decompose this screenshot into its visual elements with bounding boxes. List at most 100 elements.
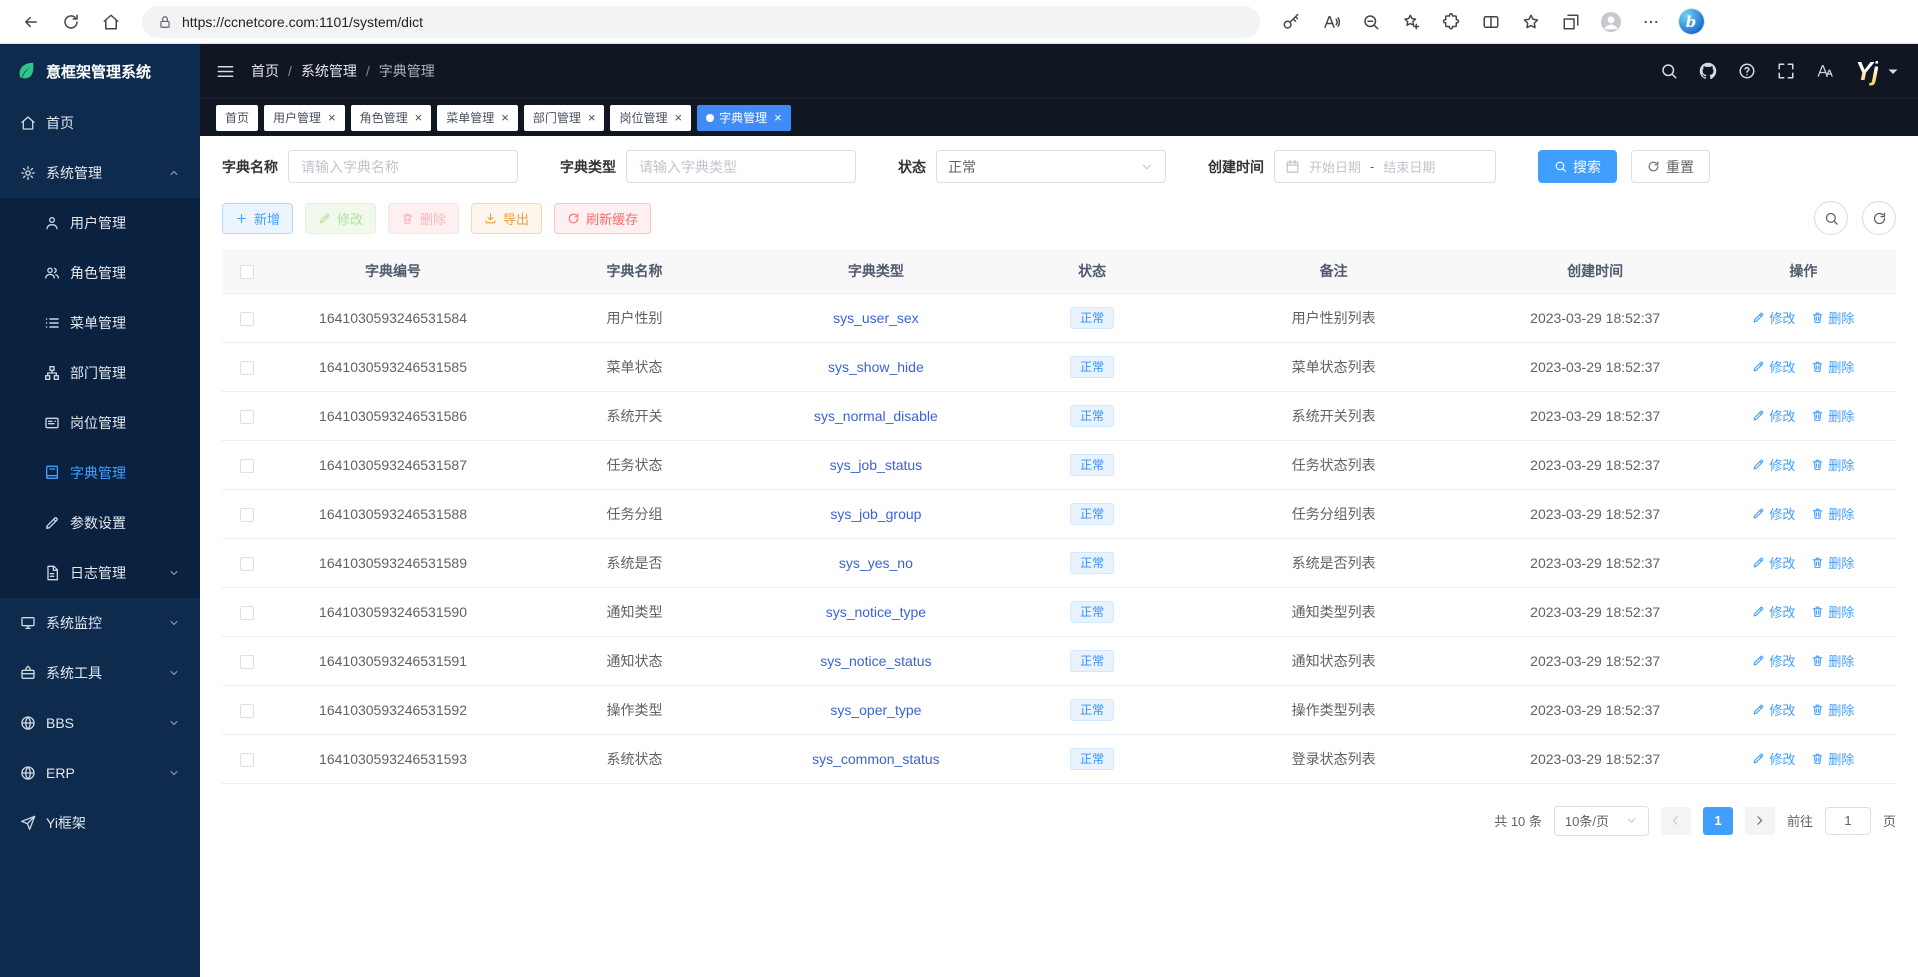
app-logo[interactable]: 意框架管理系统 bbox=[0, 44, 200, 98]
row-checkbox[interactable] bbox=[240, 410, 254, 424]
delete-link[interactable]: 删除 bbox=[1811, 602, 1854, 621]
sidebar-item-user-management[interactable]: 用户管理 bbox=[0, 198, 200, 248]
dict-type-link[interactable]: sys_normal_disable bbox=[814, 408, 938, 424]
delete-link[interactable]: 删除 bbox=[1811, 700, 1854, 719]
tab-post-management[interactable]: 岗位管理× bbox=[610, 105, 691, 131]
edit-link[interactable]: 修改 bbox=[1752, 700, 1795, 719]
dict-type-link[interactable]: sys_user_sex bbox=[833, 310, 919, 326]
tab-role-management[interactable]: 角色管理× bbox=[351, 105, 432, 131]
sidebar-item-system-management[interactable]: 系统管理 bbox=[0, 148, 200, 198]
tab-dict-management[interactable]: 字典管理× bbox=[697, 105, 791, 131]
favorites-icon[interactable] bbox=[1512, 4, 1550, 40]
edit-link[interactable]: 修改 bbox=[1752, 308, 1795, 327]
dict-type-link[interactable]: sys_show_hide bbox=[828, 359, 924, 375]
date-range-picker[interactable]: 开始日期 - 结束日期 bbox=[1274, 150, 1496, 183]
dict-type-link[interactable]: sys_oper_type bbox=[830, 702, 921, 718]
delete-link[interactable]: 删除 bbox=[1811, 455, 1854, 474]
row-checkbox[interactable] bbox=[240, 557, 254, 571]
extensions-icon[interactable] bbox=[1432, 4, 1470, 40]
close-tab-icon[interactable]: × bbox=[588, 111, 596, 124]
reset-button[interactable]: 重置 bbox=[1631, 150, 1710, 183]
close-tab-icon[interactable]: × bbox=[328, 111, 336, 124]
search-icon[interactable] bbox=[1660, 62, 1678, 80]
dict-name-input[interactable] bbox=[288, 150, 518, 183]
delete-link[interactable]: 删除 bbox=[1811, 651, 1854, 670]
sidebar-item-log-management[interactable]: 日志管理 bbox=[0, 548, 200, 598]
sidebar-item-dept-management[interactable]: 部门管理 bbox=[0, 348, 200, 398]
tab-home[interactable]: 首页 bbox=[216, 105, 258, 131]
delete-link[interactable]: 删除 bbox=[1811, 749, 1854, 768]
edit-link[interactable]: 修改 bbox=[1752, 504, 1795, 523]
profile-avatar[interactable] bbox=[1592, 4, 1630, 40]
sidebar-toggle-icon[interactable] bbox=[216, 62, 235, 81]
sidebar-item-yi-framework[interactable]: Yi框架 bbox=[0, 798, 200, 848]
add-favorite-icon[interactable] bbox=[1392, 4, 1430, 40]
browser-home-icon[interactable] bbox=[92, 4, 130, 40]
sidebar-item-bbs[interactable]: BBS bbox=[0, 698, 200, 748]
row-checkbox[interactable] bbox=[240, 704, 254, 718]
sidebar-item-system-monitor[interactable]: 系统监控 bbox=[0, 598, 200, 648]
export-button[interactable]: 导出 bbox=[471, 203, 542, 234]
sidebar-item-role-management[interactable]: 角色管理 bbox=[0, 248, 200, 298]
reload-icon[interactable] bbox=[52, 4, 90, 40]
delete-link[interactable]: 删除 bbox=[1811, 406, 1854, 425]
collections-icon[interactable] bbox=[1552, 4, 1590, 40]
row-checkbox[interactable] bbox=[240, 753, 254, 767]
read-aloud-icon[interactable] bbox=[1312, 4, 1350, 40]
sidebar-item-post-management[interactable]: 岗位管理 bbox=[0, 398, 200, 448]
edit-link[interactable]: 修改 bbox=[1752, 406, 1795, 425]
goto-page-input[interactable] bbox=[1825, 807, 1871, 835]
row-checkbox[interactable] bbox=[240, 312, 254, 326]
bing-copilot-icon[interactable] bbox=[1672, 4, 1710, 40]
row-checkbox[interactable] bbox=[240, 655, 254, 669]
tab-menu-management[interactable]: 菜单管理× bbox=[437, 105, 518, 131]
prev-page-button[interactable] bbox=[1661, 807, 1691, 835]
sidebar-item-system-tools[interactable]: 系统工具 bbox=[0, 648, 200, 698]
tab-dept-management[interactable]: 部门管理× bbox=[524, 105, 605, 131]
delete-link[interactable]: 删除 bbox=[1811, 504, 1854, 523]
next-page-button[interactable] bbox=[1745, 807, 1775, 835]
edit-link[interactable]: 修改 bbox=[1752, 651, 1795, 670]
github-icon[interactable] bbox=[1699, 62, 1717, 80]
user-avatar[interactable]: Yj bbox=[1855, 56, 1902, 87]
sidebar-item-param-settings[interactable]: 参数设置 bbox=[0, 498, 200, 548]
sidebar-item-menu-management[interactable]: 菜单管理 bbox=[0, 298, 200, 348]
dict-type-link[interactable]: sys_notice_status bbox=[820, 653, 931, 669]
row-checkbox[interactable] bbox=[240, 459, 254, 473]
dict-type-link[interactable]: sys_job_group bbox=[830, 506, 921, 522]
delete-button[interactable]: 删除 bbox=[388, 203, 459, 234]
row-checkbox[interactable] bbox=[240, 606, 254, 620]
sidebar-item-dict-management[interactable]: 字典管理 bbox=[0, 448, 200, 498]
refresh-cache-button[interactable]: 刷新缓存 bbox=[554, 203, 651, 234]
close-tab-icon[interactable]: × bbox=[774, 111, 782, 124]
password-key-icon[interactable] bbox=[1272, 4, 1310, 40]
status-select[interactable]: 正常 bbox=[936, 150, 1166, 183]
sidebar-item-erp[interactable]: ERP bbox=[0, 748, 200, 798]
help-icon[interactable] bbox=[1738, 62, 1756, 80]
delete-link[interactable]: 删除 bbox=[1811, 553, 1854, 572]
delete-link[interactable]: 删除 bbox=[1811, 308, 1854, 327]
back-icon[interactable] bbox=[12, 4, 50, 40]
row-checkbox[interactable] bbox=[240, 361, 254, 375]
fullscreen-icon[interactable] bbox=[1777, 62, 1795, 80]
close-tab-icon[interactable]: × bbox=[674, 111, 682, 124]
search-button[interactable]: 搜索 bbox=[1538, 150, 1617, 183]
split-screen-icon[interactable] bbox=[1472, 4, 1510, 40]
zoom-indicator-icon[interactable] bbox=[1352, 4, 1390, 40]
edit-button[interactable]: 修改 bbox=[305, 203, 376, 234]
close-tab-icon[interactable]: × bbox=[415, 111, 423, 124]
breadcrumb-item[interactable]: 系统管理 bbox=[301, 61, 357, 81]
close-tab-icon[interactable]: × bbox=[501, 111, 509, 124]
edit-link[interactable]: 修改 bbox=[1752, 749, 1795, 768]
toggle-search-button[interactable] bbox=[1814, 201, 1848, 235]
select-all-checkbox[interactable] bbox=[240, 265, 254, 279]
tab-user-management[interactable]: 用户管理× bbox=[264, 105, 345, 131]
url-text[interactable]: https://ccnetcore.com:1101/system/dict bbox=[182, 14, 423, 30]
row-checkbox[interactable] bbox=[240, 508, 254, 522]
sidebar-item-home[interactable]: 首页 bbox=[0, 98, 200, 148]
dict-type-link[interactable]: sys_yes_no bbox=[839, 555, 913, 571]
edit-link[interactable]: 修改 bbox=[1752, 455, 1795, 474]
edit-link[interactable]: 修改 bbox=[1752, 553, 1795, 572]
delete-link[interactable]: 删除 bbox=[1811, 357, 1854, 376]
address-bar[interactable]: https://ccnetcore.com:1101/system/dict bbox=[142, 6, 1260, 38]
